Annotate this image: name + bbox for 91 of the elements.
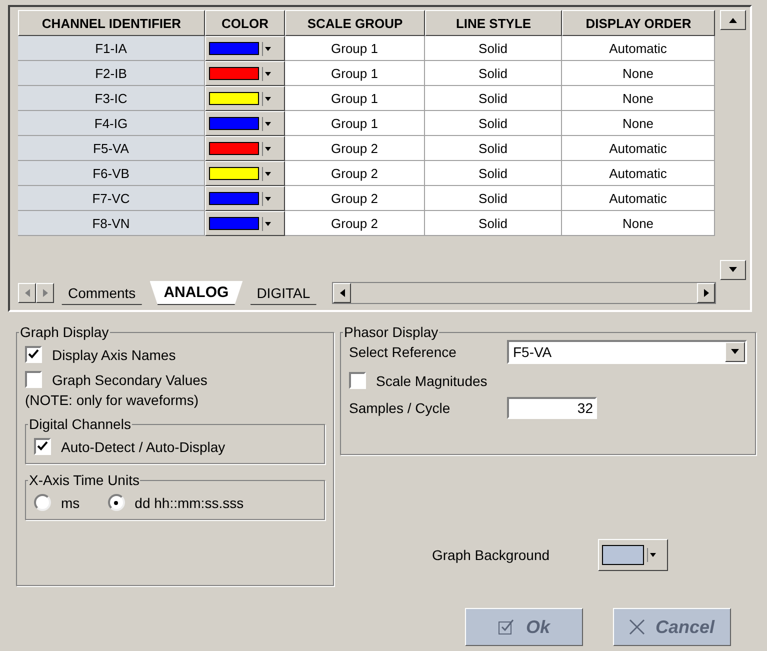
field-label: Samples / Cycle	[349, 400, 452, 416]
scroll-right-button[interactable]	[36, 283, 54, 303]
table-cell: None	[562, 111, 715, 136]
table-cell: Solid	[425, 111, 562, 136]
color-picker[interactable]	[205, 111, 285, 136]
note-text: (NOTE: only for waveforms)	[25, 392, 200, 408]
scroll-left-button[interactable]	[18, 283, 36, 303]
caret-icon	[262, 42, 272, 56]
column-header[interactable]: CHANNEL IDENTIFIER	[18, 10, 205, 36]
column-header[interactable]: COLOR	[205, 10, 285, 36]
column-header[interactable]: SCALE GROUP	[285, 10, 425, 36]
radio-button[interactable]	[34, 494, 51, 511]
checkbox[interactable]	[25, 346, 42, 363]
table-cell: Solid	[425, 161, 562, 186]
right-arrow-icon	[42, 289, 48, 297]
table-cell: F5-VA	[18, 136, 205, 161]
caret-icon	[646, 548, 657, 562]
reference-dropdown[interactable]: F5-VA	[507, 340, 747, 364]
caret-icon	[262, 216, 272, 230]
group-title: Digital Channels	[28, 416, 132, 432]
table-cell: Group 2	[285, 186, 425, 211]
table-cell: None	[562, 61, 715, 86]
caret-icon	[262, 192, 272, 206]
close-icon	[629, 619, 646, 635]
table-cell: Group 1	[285, 36, 425, 61]
table-cell: Solid	[425, 36, 562, 61]
table-cell: F8-VN	[18, 211, 205, 236]
caret-icon	[262, 66, 272, 80]
table-cell: Group 1	[285, 111, 425, 136]
color-picker[interactable]	[205, 186, 285, 211]
table-cell: F1-IA	[18, 36, 205, 61]
caret-icon	[262, 166, 272, 180]
table-cell: F2-IB	[18, 61, 205, 86]
column-header[interactable]: DISPLAY ORDER	[562, 10, 715, 36]
table-cell: Automatic	[562, 136, 715, 161]
table-cell: Solid	[425, 211, 562, 236]
color-picker[interactable]	[205, 61, 285, 86]
checkbox[interactable]	[34, 438, 51, 455]
sheet-tab[interactable]: ANALOG	[150, 281, 243, 305]
group-title: Phasor Display	[343, 324, 440, 340]
samples-input[interactable]: 32	[507, 397, 597, 419]
down-arrow-icon	[729, 267, 737, 273]
table-cell: Group 1	[285, 61, 425, 86]
table-cell: None	[562, 211, 715, 236]
radio-button[interactable]	[108, 494, 125, 511]
table-cell: F7-VC	[18, 186, 205, 211]
checkbox[interactable]	[349, 372, 366, 389]
field-label: Graph Background	[432, 547, 550, 563]
color-picker[interactable]	[205, 86, 285, 111]
table-cell: Solid	[425, 86, 562, 111]
left-arrow-icon	[340, 289, 345, 297]
table-cell: Automatic	[562, 36, 715, 61]
right-arrow-icon	[704, 289, 708, 297]
caret-icon	[731, 349, 739, 355]
checkbox-label: Auto-Detect / Auto-Display	[61, 438, 226, 454]
color-picker[interactable]	[205, 36, 285, 61]
vertical-scrollbar[interactable]	[720, 10, 746, 280]
table-cell: Group 1	[285, 86, 425, 111]
color-picker[interactable]	[205, 161, 285, 186]
radio-label: ms	[61, 494, 80, 510]
caret-icon	[262, 116, 272, 130]
table-cell: Automatic	[562, 161, 715, 186]
table-cell: Automatic	[562, 186, 715, 211]
table-cell: Group 2	[285, 161, 425, 186]
group-title: X-Axis Time Units	[28, 472, 140, 488]
color-picker[interactable]	[598, 539, 668, 571]
horizontal-scrollbar[interactable]	[332, 282, 716, 304]
up-arrow-icon	[729, 17, 737, 23]
table-cell: F6-VB	[18, 161, 205, 186]
table-cell: Group 2	[285, 136, 425, 161]
checkbox-icon	[498, 619, 516, 635]
checkbox[interactable]	[25, 371, 42, 388]
group-title: Graph Display	[19, 324, 110, 340]
field-label: Select Reference	[349, 344, 458, 360]
left-arrow-icon	[24, 289, 30, 297]
checkbox-label: Scale Magnitudes	[376, 372, 488, 388]
table-cell: Solid	[425, 61, 562, 86]
column-header[interactable]: LINE STYLE	[425, 10, 562, 36]
caret-icon	[262, 142, 272, 156]
table-cell: Solid	[425, 186, 562, 211]
table-cell: F3-IC	[18, 86, 205, 111]
caret-icon	[262, 92, 272, 106]
table-cell: Group 2	[285, 211, 425, 236]
table-cell: F4-IG	[18, 111, 205, 136]
checkbox-label: Display Axis Names	[52, 346, 176, 362]
color-picker[interactable]	[205, 211, 285, 236]
color-picker[interactable]	[205, 136, 285, 161]
radio-label: dd hh::mm:ss.sss	[134, 494, 244, 510]
checkbox-label: Graph Secondary Values	[52, 372, 208, 388]
table-cell: Solid	[425, 136, 562, 161]
table-cell: None	[562, 86, 715, 111]
